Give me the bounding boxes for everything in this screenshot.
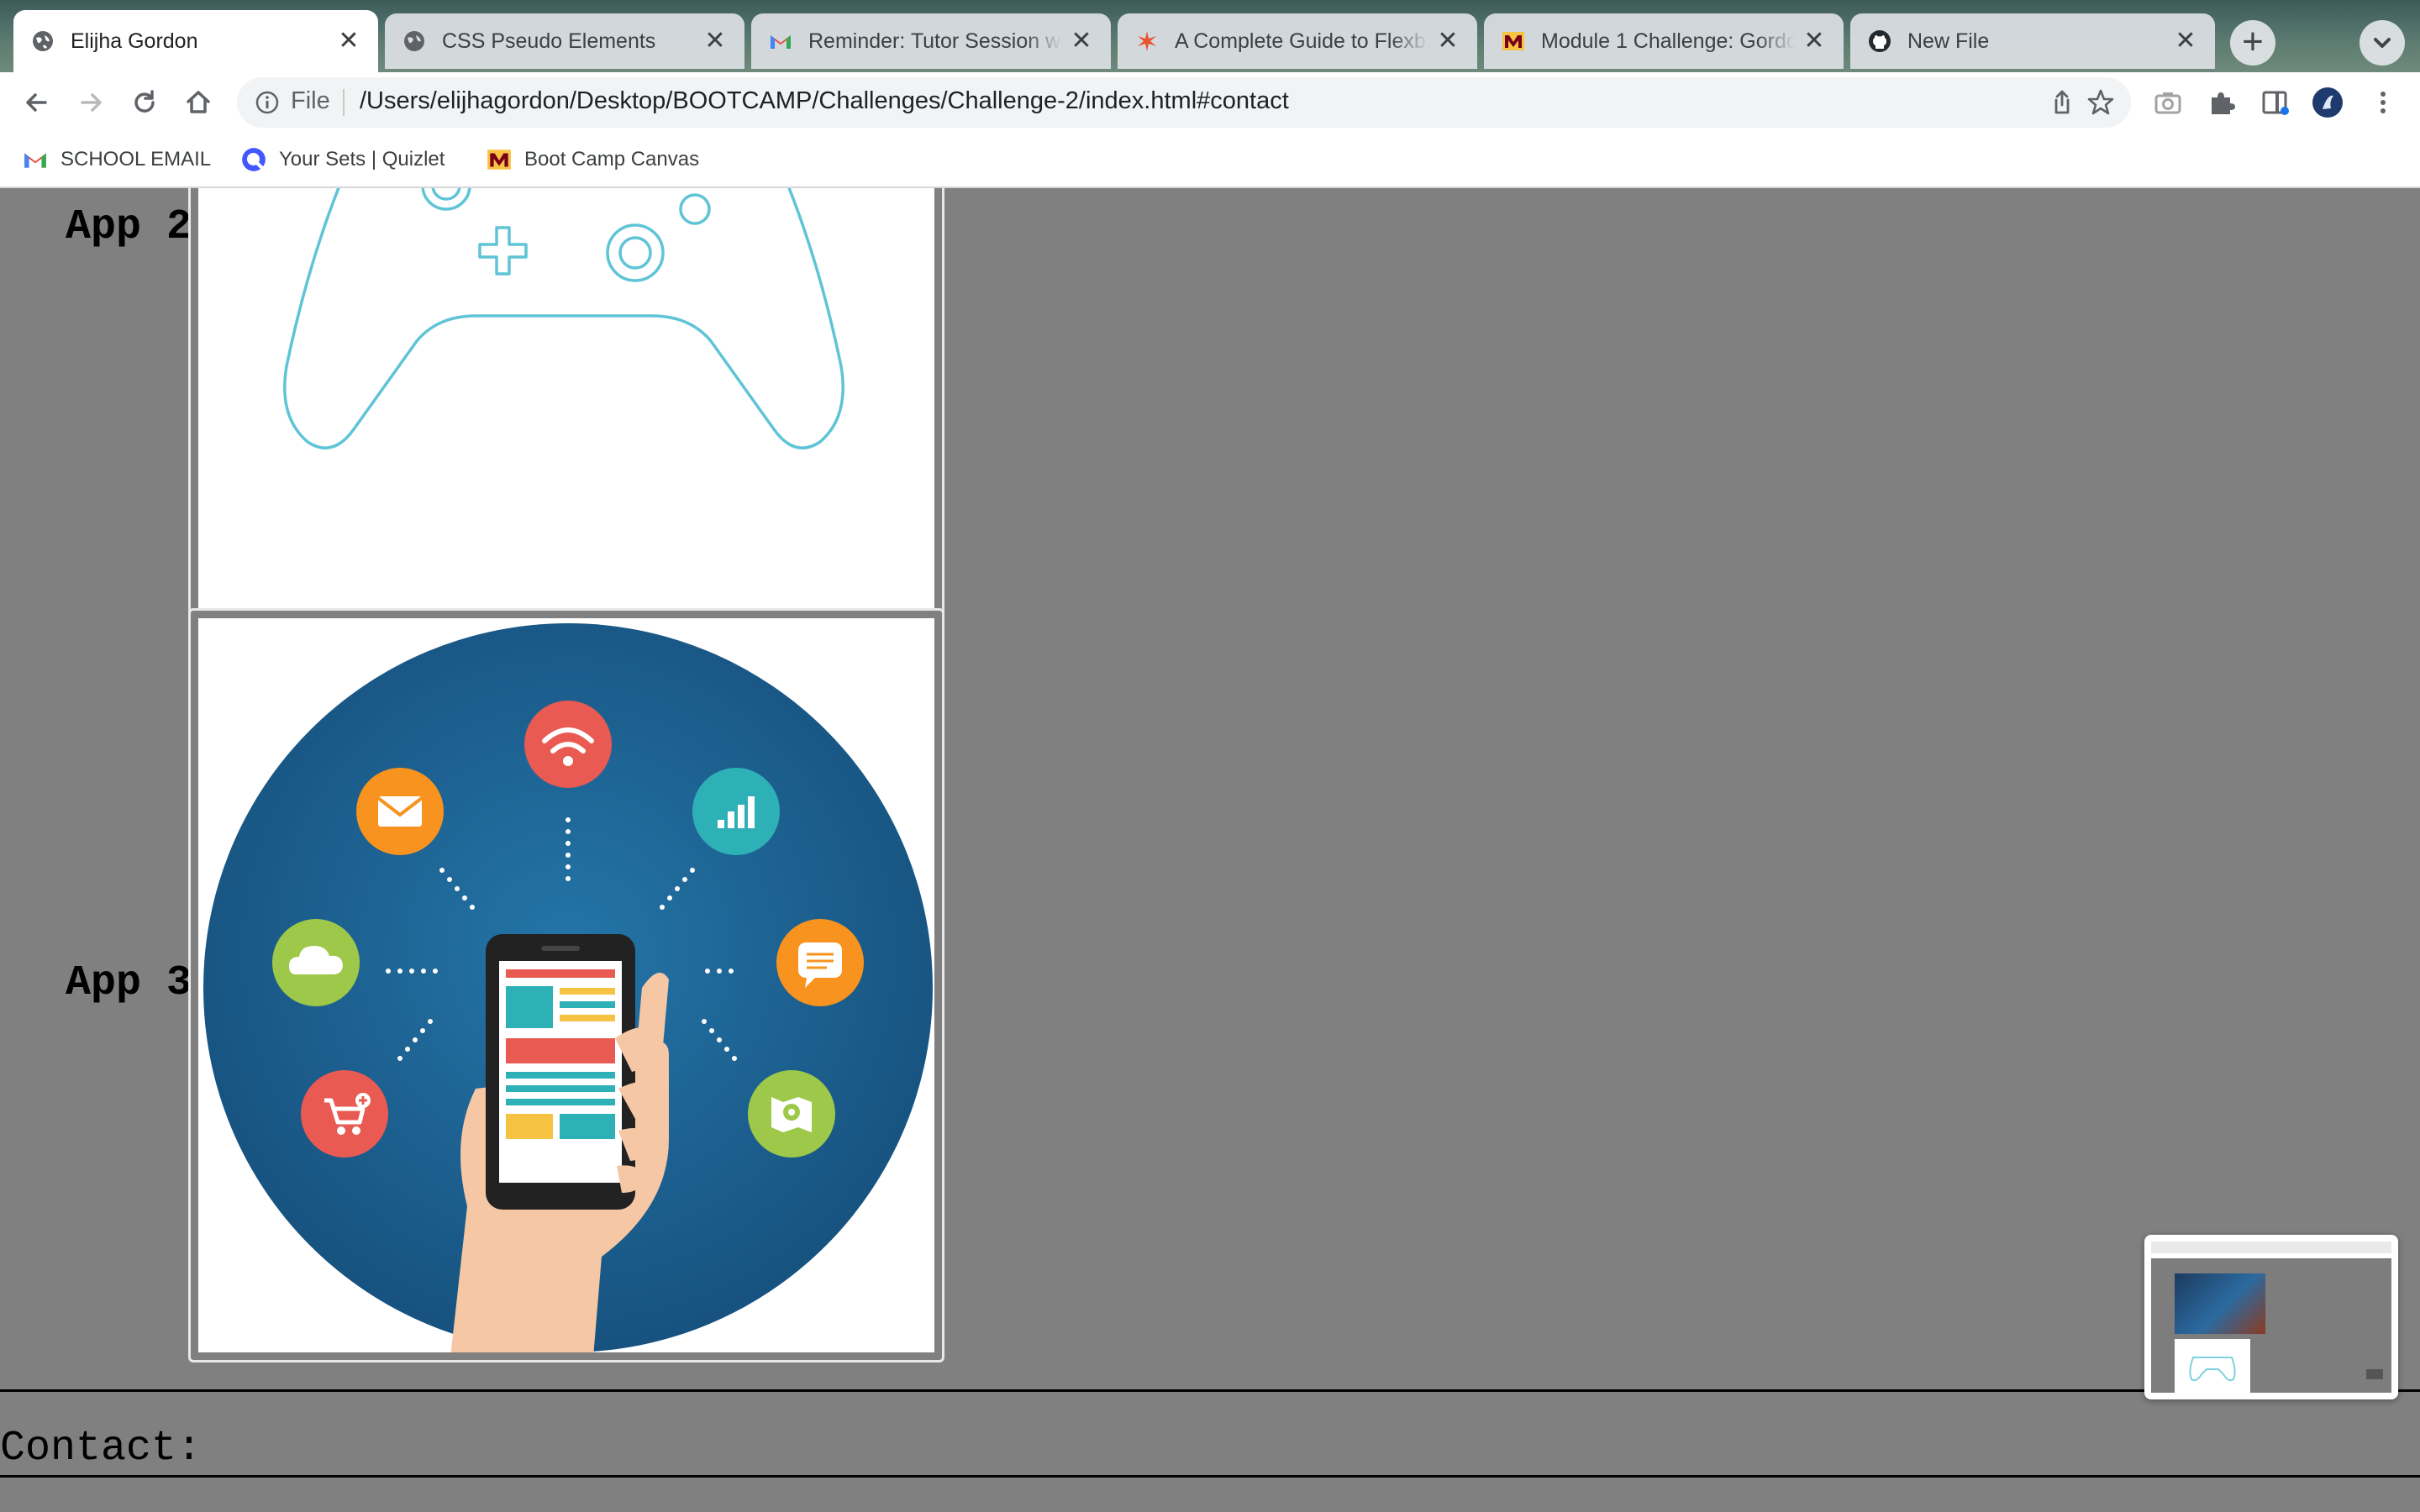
app-label: App 3 xyxy=(66,959,192,1007)
reading-list-icon[interactable] xyxy=(2259,86,2292,119)
tab-elijha-gordon[interactable]: Elijha Gordon ✕ xyxy=(13,10,378,72)
gmail-icon xyxy=(771,35,791,49)
globe-icon xyxy=(33,31,53,51)
tab-title: Reminder: Tutor Session w xyxy=(808,29,1061,53)
picture-in-picture-preview[interactable] xyxy=(2144,1235,2398,1399)
tab-strip: Elijha Gordon ✕ CSS Pseudo Elements ✕ Re… xyxy=(0,0,2420,72)
tab-module-1-challenge[interactable]: Module 1 Challenge: Gordo ✕ xyxy=(1484,13,1844,69)
tab-new-file[interactable]: New File ✕ xyxy=(1850,13,2215,69)
info-icon[interactable] xyxy=(254,89,281,116)
close-tab-icon[interactable]: ✕ xyxy=(1435,29,1460,54)
bookmark-boot-camp-canvas[interactable]: Boot Camp Canvas xyxy=(486,144,699,175)
mobile-apps-illustration xyxy=(203,623,933,1352)
tab-flexbox-guide[interactable]: A Complete Guide to Flexb ✕ xyxy=(1118,13,1477,69)
section-divider xyxy=(0,1475,2420,1478)
address-separator xyxy=(343,89,345,116)
canvas-m-icon xyxy=(1502,32,1524,50)
back-arrow-icon[interactable] xyxy=(20,86,54,119)
reload-icon[interactable] xyxy=(128,86,161,119)
forward-arrow-icon[interactable] xyxy=(74,86,108,119)
canvas-m-icon xyxy=(487,150,511,170)
camera-icon[interactable] xyxy=(2151,86,2185,119)
tab-title: A Complete Guide to Flexb xyxy=(1175,29,1426,53)
bookmark-label: Your Sets | Quizlet xyxy=(279,148,445,171)
game-controller-icon xyxy=(2189,1357,2236,1382)
github-icon xyxy=(1869,30,1891,52)
close-tab-icon[interactable]: ✕ xyxy=(702,29,728,54)
close-tab-icon[interactable]: ✕ xyxy=(1802,29,1827,54)
tab-title: New File xyxy=(1907,29,1990,53)
close-tab-icon[interactable]: ✕ xyxy=(336,29,361,54)
bookmark-quizlet[interactable]: Your Sets | Quizlet xyxy=(240,144,445,175)
scheme-label: File xyxy=(291,87,330,114)
url-text[interactable]: /Users/elijhagordon/Desktop/BOOTCAMP/Cha… xyxy=(360,87,1289,115)
contact-heading: Contact: xyxy=(0,1425,203,1473)
menu-kebab-icon[interactable] xyxy=(2366,86,2400,119)
close-tab-icon[interactable]: ✕ xyxy=(2173,29,2198,54)
app-label: App 2 xyxy=(66,203,192,251)
page-content: App 2 App 3 Contact: xyxy=(0,188,2420,1512)
tab-reminder-tutor-session[interactable]: Reminder: Tutor Session w ✕ xyxy=(751,13,1111,69)
profile-avatar[interactable] xyxy=(2311,86,2344,119)
tab-title: Elijha Gordon xyxy=(71,29,198,53)
extensions-puzzle-icon[interactable] xyxy=(2205,86,2238,119)
browser-toolbar: File /Users/elijhagordon/Desktop/BOOTCAM… xyxy=(0,72,2420,133)
chevron-down-icon xyxy=(2374,38,2391,48)
bookmarks-bar: SCHOOL EMAIL Your Sets | Quizlet Boot Ca… xyxy=(0,133,2420,188)
gmail-icon xyxy=(24,153,46,168)
app-3-image xyxy=(198,618,934,1352)
css-tricks-icon xyxy=(1138,31,1156,51)
globe-icon xyxy=(404,31,424,51)
bookmark-label: Boot Camp Canvas xyxy=(524,148,700,171)
close-tab-icon[interactable]: ✕ xyxy=(1069,29,1094,54)
tab-css-pseudo-elements[interactable]: CSS Pseudo Elements ✕ xyxy=(385,13,744,69)
bookmark-star-icon[interactable] xyxy=(2086,87,2116,118)
tab-search-button[interactable] xyxy=(2360,20,2405,66)
new-tab-button[interactable]: + xyxy=(2230,20,2275,66)
tab-title: CSS Pseudo Elements xyxy=(442,29,656,53)
preview-thumbnail xyxy=(2151,1242,2391,1393)
app-3-image-frame[interactable] xyxy=(188,608,944,1362)
bookmark-school-email[interactable]: SCHOOL EMAIL xyxy=(22,144,211,175)
quizlet-icon xyxy=(242,148,266,171)
address-bar[interactable]: File /Users/elijhagordon/Desktop/BOOTCAM… xyxy=(237,77,2131,128)
browser-chrome: Elijha Gordon ✕ CSS Pseudo Elements ✕ Re… xyxy=(0,0,2420,188)
section-divider xyxy=(0,1389,2420,1392)
home-icon[interactable] xyxy=(182,86,215,119)
share-icon[interactable] xyxy=(2047,87,2077,118)
bookmark-label: SCHOOL EMAIL xyxy=(60,148,212,171)
tab-title: Module 1 Challenge: Gordo xyxy=(1541,29,1795,53)
